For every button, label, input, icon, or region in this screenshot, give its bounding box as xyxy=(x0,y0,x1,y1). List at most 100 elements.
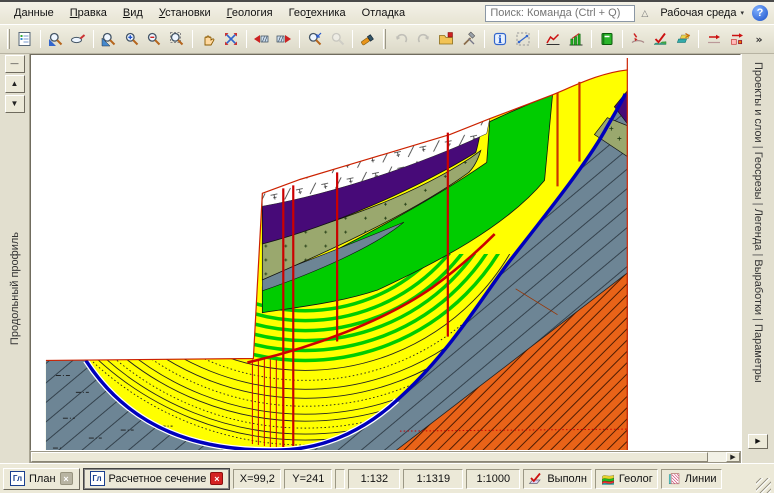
toggle-execute[interactable]: Выполн xyxy=(523,469,592,489)
workspace-switcher[interactable]: Рабочая среда xyxy=(660,7,736,19)
panel-down-button[interactable]: ▼ xyxy=(5,95,25,113)
drawing-canvas[interactable] xyxy=(30,54,741,451)
zoom-out-button[interactable] xyxy=(144,28,166,50)
book-button[interactable] xyxy=(596,28,618,50)
zoom-previous-button[interactable] xyxy=(304,28,326,50)
toolbar-sep xyxy=(538,30,539,48)
arrow-box-button[interactable] xyxy=(726,28,748,50)
undo-button[interactable] xyxy=(390,28,412,50)
zoom-previous-icon xyxy=(307,31,323,47)
help-icon[interactable]: ? xyxy=(752,5,768,21)
right-tab-3[interactable]: Выработки xyxy=(752,259,764,315)
right-tab-0[interactable]: Проекты и слои xyxy=(752,62,764,143)
menu-item-5[interactable]: Геотехника xyxy=(281,5,354,21)
toggle-lines-label: Линии xyxy=(685,473,717,485)
panel-expand-button[interactable]: ▶ xyxy=(748,434,768,449)
zoom-object-icon xyxy=(70,31,86,47)
tools-icon xyxy=(461,31,477,47)
zoom-in-button[interactable] xyxy=(121,28,143,50)
right-tab-4[interactable]: Параметры xyxy=(752,324,764,383)
menu-item-4[interactable]: Геология xyxy=(219,5,281,21)
toolbar-sep xyxy=(40,30,41,48)
zoom-fit-icon xyxy=(223,31,239,47)
band-left-button[interactable] xyxy=(251,28,273,50)
toolbar-sep xyxy=(352,30,353,48)
redo-button[interactable] xyxy=(413,28,435,50)
toggle-geology[interactable]: Геолог xyxy=(595,469,658,489)
resize-grip[interactable] xyxy=(756,478,771,493)
tab-design-section[interactable]: Гл Расчетное сечение × xyxy=(83,468,231,490)
redo-icon xyxy=(416,31,432,47)
flashlight-icon xyxy=(360,31,376,47)
zoom-object-button[interactable] xyxy=(67,28,89,50)
zoom-extents-button[interactable] xyxy=(166,28,188,50)
toolbar-sep xyxy=(622,30,623,48)
arrow-line-icon xyxy=(706,31,722,47)
hscroll-right-arrow[interactable]: ▶ xyxy=(726,452,740,462)
arrow-line-button[interactable] xyxy=(703,28,725,50)
menu-item-2[interactable]: Вид xyxy=(115,5,151,21)
menu-item-3[interactable]: Установки xyxy=(151,5,219,21)
menu-item-0[interactable]: Данные xyxy=(6,5,62,21)
check-toggle-icon xyxy=(528,472,544,486)
pan-hand-icon xyxy=(200,31,216,47)
tools-button[interactable] xyxy=(458,28,480,50)
main-area: — ▲ ▼ Продольный профиль xyxy=(0,54,774,463)
hscroll-thumb[interactable] xyxy=(31,452,708,462)
zoom-selected-button[interactable] xyxy=(45,28,67,50)
longitudinal-profile-tab[interactable]: Продольный профиль xyxy=(9,232,21,345)
toolbar-sep xyxy=(299,30,300,48)
measure-button[interactable] xyxy=(512,28,534,50)
project-folder-button[interactable] xyxy=(436,28,458,50)
pan-hand-button[interactable] xyxy=(197,28,219,50)
menu-item-1[interactable]: Правка xyxy=(62,5,115,21)
toggle-execute-label: Выполн xyxy=(547,473,587,485)
toolbar-sep xyxy=(93,30,94,48)
tab-plan-close-icon[interactable]: × xyxy=(60,472,73,485)
bars-chart-button[interactable] xyxy=(565,28,587,50)
toggle-lines[interactable]: Линии xyxy=(661,469,722,489)
toolbar-sep xyxy=(192,30,193,48)
check-map-icon xyxy=(652,31,668,47)
status-bar: Гл План × Гл Расчетное сечение × X=99,2 … xyxy=(0,463,774,493)
sheet-properties-button[interactable] xyxy=(14,28,36,50)
overflow-button[interactable] xyxy=(748,28,770,50)
panel-collapse-button[interactable]: — xyxy=(5,55,25,73)
profile-chart-button[interactable] xyxy=(543,28,565,50)
toolbar-grip xyxy=(7,29,10,49)
measure-icon xyxy=(515,31,531,47)
right-tab-separator: | xyxy=(752,143,764,152)
toolbar-sep xyxy=(698,30,699,48)
layers-copy-button[interactable] xyxy=(672,28,694,50)
flashlight-button[interactable] xyxy=(357,28,379,50)
right-tab-2[interactable]: Легенда xyxy=(752,209,764,251)
main-toolbar xyxy=(0,24,774,54)
undo-icon xyxy=(393,31,409,47)
zoom-next-button[interactable] xyxy=(327,28,349,50)
surface-arrow-button[interactable] xyxy=(627,28,649,50)
search-options-icon[interactable]: △ xyxy=(641,8,648,19)
tab-plan[interactable]: Гл План × xyxy=(3,468,80,490)
left-panel-strip: — ▲ ▼ Продольный профиль xyxy=(0,54,30,463)
toolbar-sep xyxy=(246,30,247,48)
tab-design-section-close-icon[interactable]: × xyxy=(210,472,223,485)
band-right-button[interactable] xyxy=(273,28,295,50)
hscroll-track[interactable] xyxy=(708,452,726,462)
geonics-logo-icon: Гл xyxy=(10,471,25,486)
drawing-canvas-column: ▶ xyxy=(30,54,741,463)
geonics-logo-icon: Гл xyxy=(90,471,105,486)
panel-up-button[interactable]: ▲ xyxy=(5,75,25,93)
command-search-input[interactable] xyxy=(485,5,635,22)
project-folder-icon xyxy=(438,31,454,47)
zoom-to-selection-button[interactable] xyxy=(98,28,120,50)
menu-item-6[interactable]: Отладка xyxy=(354,5,413,21)
horizontal-scrollbar[interactable]: ▶ xyxy=(30,451,741,463)
right-tab-1[interactable]: Геосрезы xyxy=(752,152,764,200)
right-tab-separator: | xyxy=(752,200,764,209)
overflow-icon xyxy=(751,31,767,47)
sheet-properties-icon xyxy=(17,31,33,47)
check-map-button[interactable] xyxy=(650,28,672,50)
zoom-fit-button[interactable] xyxy=(220,28,242,50)
info-button[interactable] xyxy=(489,28,511,50)
layers-copy-icon xyxy=(675,31,691,47)
